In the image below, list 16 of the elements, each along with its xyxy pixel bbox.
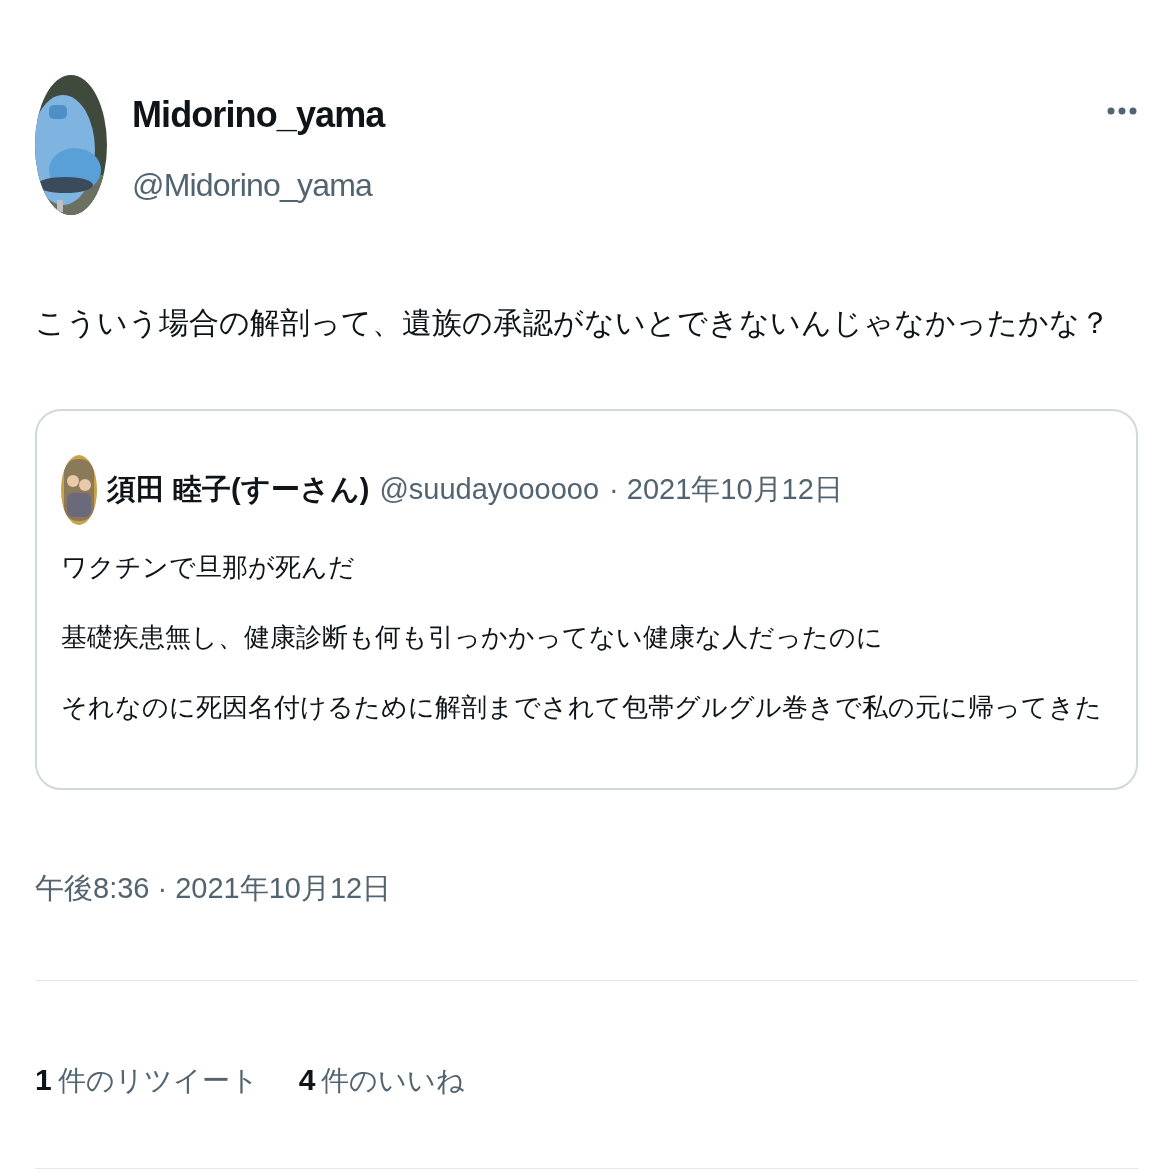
quoted-author-handle: @suudayoooooo [379,472,600,508]
quoted-text-line: それなのに死因名付けるために解剖までされて包帯グルグル巻きで私の元に帰ってきた [61,691,1103,724]
quoted-text-line: ワクチンで旦那が死んだ [61,551,356,584]
timestamp: 午後8:36 · 2021年10月12日 [35,871,393,906]
quoted-date: · 2021年10月12日 [609,472,843,508]
author-handle: @Midorino_yama [132,166,374,205]
tweet-text: こういう場合の解剖って、遺族の承認がないとできないんじゃなかったかな？ [35,305,1111,341]
quoted-author-name: 須田 睦子(すーさん) [107,472,370,508]
stat-count: 4 [298,1062,316,1098]
more-icon[interactable] [1107,107,1137,115]
stat-label[interactable]: 件のいいね [321,1060,466,1102]
quoted-text-line: 基礎疾患無し、健康診断も何も引っかかってない健康な人だったのに [61,621,884,654]
stat-label[interactable]: 件のリツイート [57,1060,259,1102]
quoted-tweet-card[interactable]: 須田 睦子(すーさん) @suudayoooooo · 2021年10月12日 ワクチンで旦那が死んだ 基礎疾患無し、健康診断も何も引っかかってない健康な人だったのに それなのに死因名付けるために解剖までされて包帯グルグル巻きで私の元に帰ってきた [35,409,1138,790]
stat-count: 1 [35,1062,52,1098]
author-name: Midorino_yama [132,93,385,137]
